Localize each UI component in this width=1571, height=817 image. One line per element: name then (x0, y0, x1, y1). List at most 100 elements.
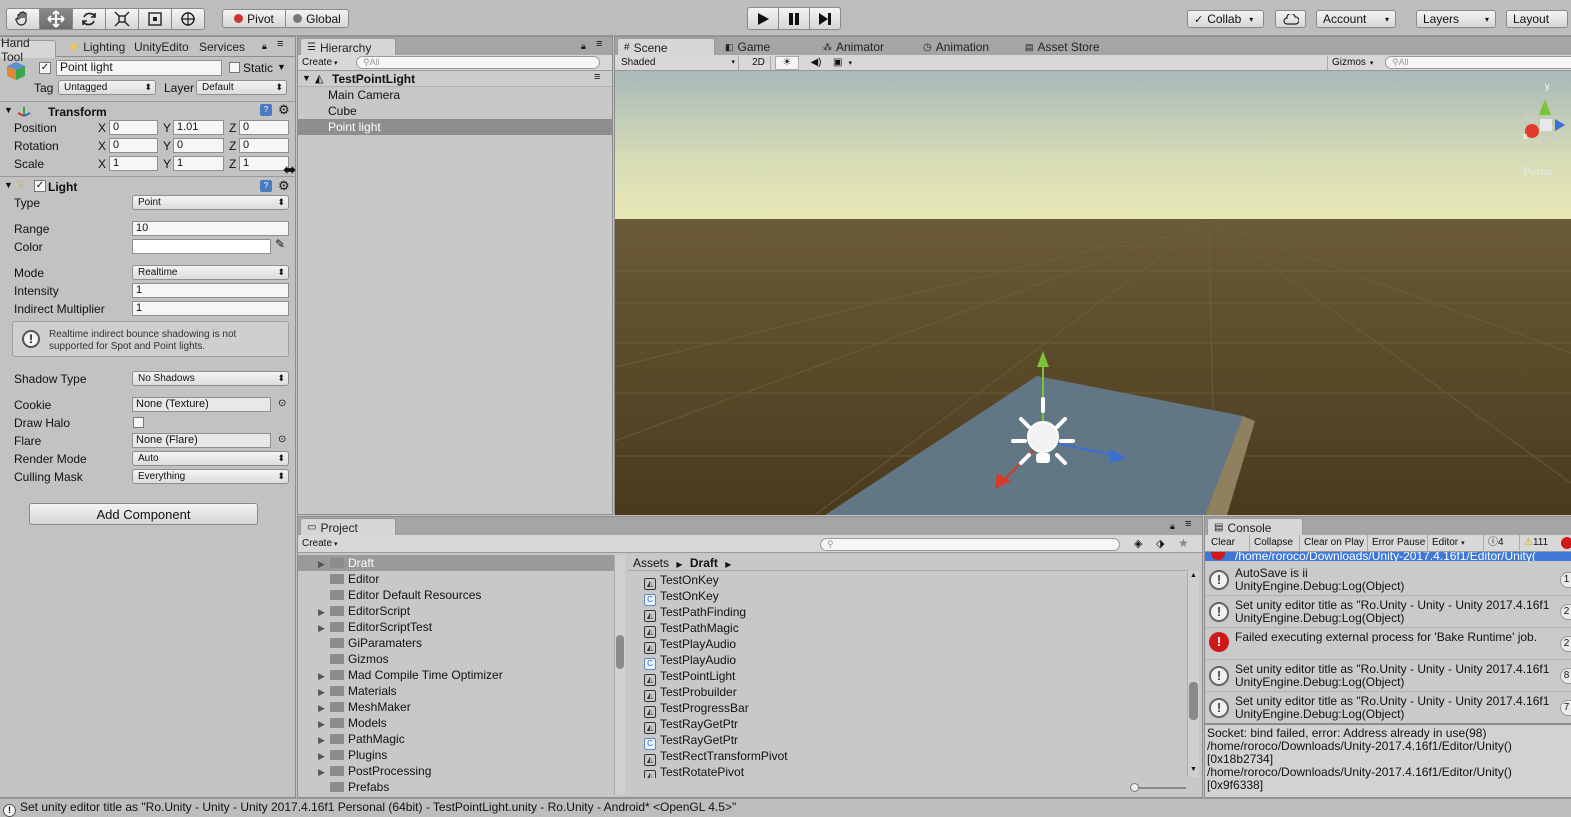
warning-filter-toggle[interactable]: ⚠111 (1519, 535, 1548, 551)
foldout-arrow-icon[interactable]: ▼ (302, 73, 311, 83)
scrollbar-thumb[interactable] (1189, 682, 1198, 720)
scene-search-input[interactable]: ⚲All (1385, 56, 1571, 69)
add-component-button[interactable]: Add Component (29, 503, 258, 525)
log-entry[interactable]: ! Set unity editor title as "Ro.Unity - … (1205, 692, 1571, 723)
lock-icon[interactable]: 🔒︎ (262, 41, 267, 52)
rotate-tool-button[interactable] (72, 8, 106, 30)
folder-item-giparamaters[interactable]: GiParamaters (298, 635, 614, 651)
scroll-up-icon[interactable]: ▲ (1190, 572, 1197, 579)
account-dropdown[interactable]: Account ▾ (1316, 10, 1396, 28)
hierarchy-search-input[interactable]: ⚲All (356, 56, 600, 69)
step-button[interactable] (809, 7, 841, 30)
rect-tool-button[interactable] (138, 8, 172, 30)
light-type-dropdown[interactable]: Point (132, 195, 289, 210)
log-entry-error[interactable]: ! Failed executing external process for … (1205, 628, 1571, 660)
projection-label[interactable]: Persp (1523, 166, 1552, 178)
position-x-field[interactable]: 0 (109, 120, 158, 135)
gear-icon[interactable]: ⚙ (278, 102, 290, 118)
project-search-input[interactable]: ⚲ (820, 538, 1120, 551)
slider-thumb[interactable] (1130, 783, 1139, 792)
asset-item[interactable]: C TestPlayAudio (644, 652, 736, 670)
tab-unity-editor[interactable]: UnityEdito (128, 38, 195, 56)
folder-item-meshmaker[interactable]: ▶ MeshMaker (298, 699, 614, 715)
object-picker-icon[interactable]: ⊙ (278, 434, 286, 445)
move-tool-button[interactable] (39, 8, 73, 30)
panel-menu-icon[interactable]: ≡ (596, 38, 602, 50)
scale-y-field[interactable]: 1 (173, 156, 224, 171)
folder-item-editorscript[interactable]: ▶ EditorScript (298, 603, 614, 619)
scale-tool-button[interactable] (105, 8, 139, 30)
breadcrumb-assets[interactable]: Assets (633, 556, 669, 570)
info-filter-toggle[interactable]: ⓘ4 (1483, 535, 1504, 551)
cookie-field[interactable]: None (Texture) (132, 397, 271, 412)
asset-item[interactable]: ◭ TestProbuilder (644, 684, 737, 702)
log-entry-partial[interactable]: /home/roroco/Downloads/Unity-2017.4.16f1… (1205, 552, 1571, 561)
indirect-multiplier-field[interactable]: 1 (132, 301, 289, 316)
expand-arrow-icon[interactable]: ▶ (318, 748, 330, 764)
expand-arrow-icon[interactable]: ▶ (318, 716, 330, 732)
tab-hierarchy[interactable]: ☰ Hierarchy (300, 38, 396, 56)
lock-icon[interactable]: 🔒︎ (581, 41, 586, 52)
asset-item[interactable]: ◭ TestPathMagic (644, 620, 739, 638)
rotation-y-field[interactable]: 0 (173, 138, 224, 153)
log-entry[interactable]: ! Set unity editor title as "Ro.Unity - … (1205, 596, 1571, 628)
foldout-arrow-icon[interactable]: ▼ (4, 105, 13, 115)
cloud-button[interactable] (1275, 10, 1306, 28)
tab-game[interactable]: ◧ Game (719, 38, 776, 56)
folder-item-postprocessing[interactable]: ▶ PostProcessing (298, 763, 614, 779)
collab-dropdown[interactable]: ✓ Collab ▾ (1187, 10, 1264, 28)
log-entry[interactable]: ! Set unity editor title as "Ro.Unity - … (1205, 660, 1571, 692)
panel-menu-icon[interactable]: ≡ (277, 38, 283, 50)
folder-item-editor-default-resources[interactable]: Editor Default Resources (298, 587, 614, 603)
filter-label-icon[interactable]: ⬗ (1156, 537, 1164, 550)
rotation-x-field[interactable]: 0 (109, 138, 158, 153)
asset-item[interactable]: C TestOnKey (644, 588, 719, 606)
asset-item[interactable]: ◭ TestPlayAudio (644, 636, 736, 654)
pause-button[interactable] (778, 7, 810, 30)
folder-item-draft[interactable]: ▶ Draft (298, 555, 614, 571)
object-picker-icon[interactable]: ⊙ (278, 398, 286, 409)
asset-list-scrollbar[interactable]: ▲ ▼ (1187, 572, 1199, 777)
collapse-button[interactable]: Collapse (1249, 535, 1293, 551)
gizmos-dropdown[interactable]: Gizmos ▾ (1327, 56, 1379, 70)
folder-item-gizmos[interactable]: Gizmos (298, 651, 614, 667)
tag-dropdown[interactable]: Untagged (58, 80, 156, 95)
scale-z-field[interactable]: 1 (239, 156, 289, 171)
layout-dropdown[interactable]: Layout (1506, 10, 1568, 28)
expand-arrow-icon[interactable]: ▶ (318, 604, 330, 620)
folder-tree-scrollbar[interactable] (614, 555, 625, 795)
culling-mask-dropdown[interactable]: Everything (132, 469, 289, 484)
hierarchy-create-button[interactable]: Create ▾ (302, 56, 348, 70)
object-name-field[interactable]: Point light (56, 60, 222, 76)
editor-target-dropdown[interactable]: Editor ▾ (1427, 535, 1465, 552)
expand-arrow-icon[interactable]: ▶ (318, 700, 330, 716)
scroll-down-icon[interactable]: ▼ (1190, 766, 1197, 773)
chevron-down-icon[interactable]: ▼ (277, 62, 286, 72)
folder-item-editor[interactable]: Editor (298, 571, 614, 587)
scene-menu-icon[interactable]: ≡ (594, 71, 600, 83)
folder-item-editorscripttest[interactable]: ▶ EditorScriptTest (298, 619, 614, 635)
console-detail[interactable]: Socket: bind failed, error: Address alre… (1205, 725, 1571, 797)
asset-item[interactable]: ◭ TestRectTransformPivot (644, 748, 788, 766)
panel-menu-icon[interactable]: ≡ (1185, 518, 1191, 530)
expand-arrow-icon[interactable]: ▶ (318, 620, 330, 636)
asset-item[interactable]: ◭ TestOnKey (644, 572, 719, 590)
log-entry[interactable]: ! AutoSave is ii UnityEngine.Debug:Log(Ob… (1205, 564, 1571, 596)
transform-tool-button[interactable] (171, 8, 205, 30)
transform-header[interactable]: ▼ Transform ? ⚙ (0, 101, 296, 119)
asset-item[interactable]: ◭ TestProgressBar (644, 700, 749, 718)
tab-console[interactable]: ▤ Console (1207, 518, 1303, 536)
rotation-z-field[interactable]: 0 (239, 138, 289, 153)
folder-item-prefabs[interactable]: Prefabs (298, 779, 614, 795)
eyedropper-icon[interactable]: ✎ (275, 237, 285, 251)
favorite-star-icon[interactable]: ★ (1178, 536, 1189, 550)
layers-dropdown[interactable]: Layers ▾ (1416, 10, 1496, 28)
expand-arrow-icon[interactable]: ▶ (318, 764, 330, 780)
folder-item-plugins[interactable]: ▶ Plugins (298, 747, 614, 763)
expand-arrow-icon[interactable]: ▶ (318, 684, 330, 700)
asset-item[interactable]: ◭ TestRayGetPtr (644, 716, 738, 734)
clear-on-play-button[interactable]: Clear on Play (1299, 535, 1364, 551)
folder-item-materials[interactable]: ▶ Materials (298, 683, 614, 699)
expand-arrow-icon[interactable]: ▶ (318, 732, 330, 748)
lock-icon[interactable]: 🔒︎ (1170, 521, 1175, 532)
